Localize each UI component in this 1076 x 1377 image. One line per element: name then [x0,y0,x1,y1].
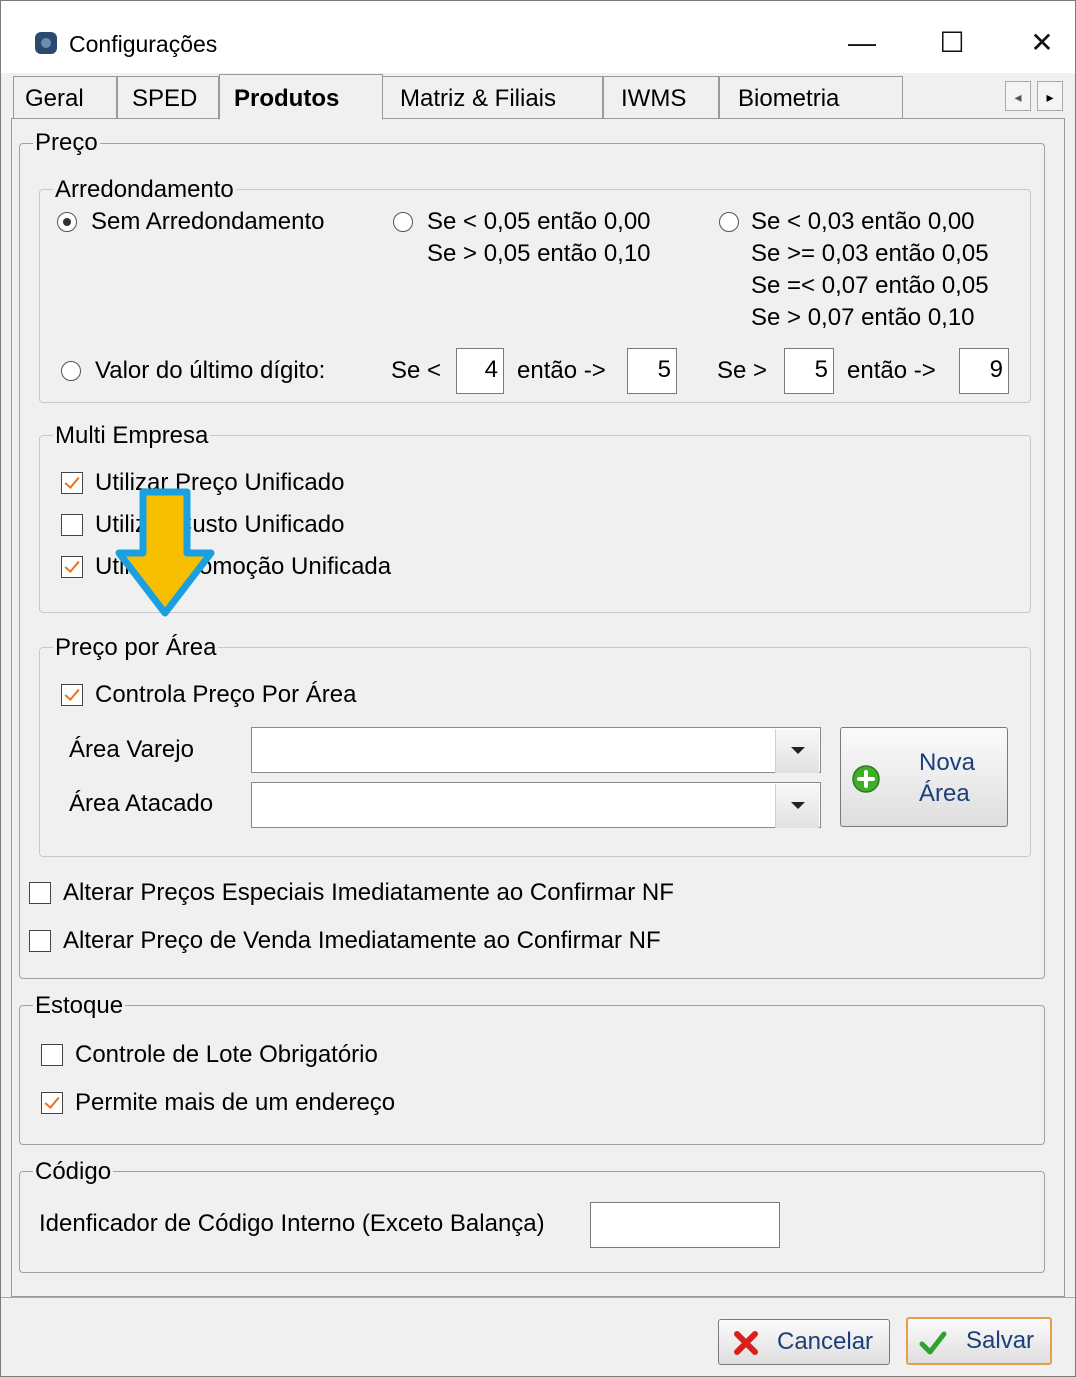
se-menor-input[interactable]: 4 [456,348,504,394]
area-atacado-label: Área Atacado [69,790,214,817]
preco-por-area-legend: Preço por Área [53,634,219,662]
entao1-input[interactable]: 5 [627,348,677,394]
custo-unificado-checkbox[interactable] [61,514,83,536]
configuracoes-window: Configurações — ☐ ✕ Geral SPED Matriz & … [0,0,1076,1377]
save-button[interactable]: Salvar [906,1317,1052,1365]
ultimo-digito-label: Valor do último dígito: [95,357,326,384]
minimize-button[interactable]: — [835,23,889,63]
entao2-label: então -> [847,357,936,384]
multi-empresa-legend: Multi Empresa [53,422,211,450]
area-varejo-select[interactable] [251,727,821,773]
controle-lote-checkbox[interactable] [41,1044,63,1066]
preco-legend: Preço [33,129,100,157]
option-003-line2: Se >= 0,03 então 0,05 [751,240,989,267]
close-x-icon [734,1331,758,1355]
estoque-legend: Estoque [33,992,126,1020]
controle-lote-label: Controle de Lote Obrigatório [75,1041,378,1068]
nova-area-button[interactable]: Nova Área [840,727,1008,827]
area-varejo-label: Área Varejo [69,736,194,763]
tab-sped[interactable]: SPED [117,76,219,118]
alterar-preco-venda-label: Alterar Preço de Venda Imediatamente ao … [63,927,661,954]
tab-biometria[interactable]: Biometria [719,76,903,118]
entao1-label: então -> [517,357,606,384]
alterar-precos-especiais-label: Alterar Preços Especiais Imediatamente a… [63,879,674,906]
preco-unificado-checkbox[interactable] [61,472,83,494]
tab-label: SPED [132,85,198,112]
option-005-radio[interactable] [393,212,413,232]
annotation-arrow-down-icon [115,488,215,617]
entao2-input[interactable]: 9 [959,348,1009,394]
window-title: Configurações [69,31,218,57]
option-003-line3: Se =< 0,07 então 0,05 [751,272,989,299]
tab-label: IWMS [621,85,687,112]
app-icon [35,32,57,54]
se-maior-input[interactable]: 5 [784,348,834,394]
se-maior-label: Se > [717,357,768,384]
tab-produtos[interactable]: Produtos [219,74,383,120]
tab-label: Produtos [234,85,340,112]
tab-label: Matriz & Filiais [400,85,557,112]
tab-label: Geral [25,85,84,112]
identificador-label: Idenficador de Código Interno (Exceto Ba… [39,1210,545,1237]
controla-preco-area-checkbox[interactable] [61,684,83,706]
save-label: Salvar [966,1327,1035,1354]
sem-arredondamento-radio[interactable] [57,212,77,232]
maximize-button[interactable]: ☐ [925,23,979,63]
option-003-radio[interactable] [719,212,739,232]
footer-separator [1,1297,1075,1298]
nova-area-label-line2: Área [919,780,970,807]
tab-scroll-right-button[interactable]: ▸ [1037,81,1063,111]
sem-arredondamento-label: Sem Arredondamento [91,208,325,235]
ultimo-digito-radio[interactable] [61,361,81,381]
close-button[interactable]: ✕ [1015,23,1069,63]
tab-iwms[interactable]: IWMS [603,76,719,118]
tab-label: Biometria [738,85,840,112]
nova-area-label-line1: Nova [919,749,976,776]
option-003-line4: Se > 0,07 então 0,10 [751,304,975,331]
title-bar[interactable]: Configurações — ☐ ✕ [1,1,1075,73]
checkmark-icon [919,1331,947,1355]
codigo-legend: Código [33,1158,114,1186]
tab-scroll-left-button[interactable]: ◂ [1005,81,1031,111]
alterar-preco-venda-checkbox[interactable] [29,930,51,952]
identificador-input[interactable] [590,1202,780,1248]
option-005-line2: Se > 0,05 então 0,10 [427,240,651,267]
tab-matriz-filiais[interactable]: Matriz & Filiais [381,76,603,118]
mais-endereco-label: Permite mais de um endereço [75,1089,396,1116]
estoque-group [19,1005,1045,1145]
cancel-label: Cancelar [777,1328,874,1355]
mais-endereco-checkbox[interactable] [41,1092,63,1114]
tab-geral[interactable]: Geral [13,76,117,118]
controla-preco-area-label: Controla Preço Por Área [95,681,357,708]
cancel-button[interactable]: Cancelar [718,1319,890,1365]
alterar-precos-especiais-checkbox[interactable] [29,882,51,904]
area-atacado-select[interactable] [251,782,821,828]
arredondamento-legend: Arredondamento [53,176,236,204]
option-005-line1: Se < 0,05 então 0,00 [427,208,651,235]
chevron-down-icon[interactable] [775,729,819,773]
se-menor-label: Se < [391,357,442,384]
add-circle-icon [852,765,880,793]
option-003-line1: Se < 0,03 então 0,00 [751,208,975,235]
promocao-unificada-checkbox[interactable] [61,556,83,578]
chevron-down-icon[interactable] [775,784,819,828]
